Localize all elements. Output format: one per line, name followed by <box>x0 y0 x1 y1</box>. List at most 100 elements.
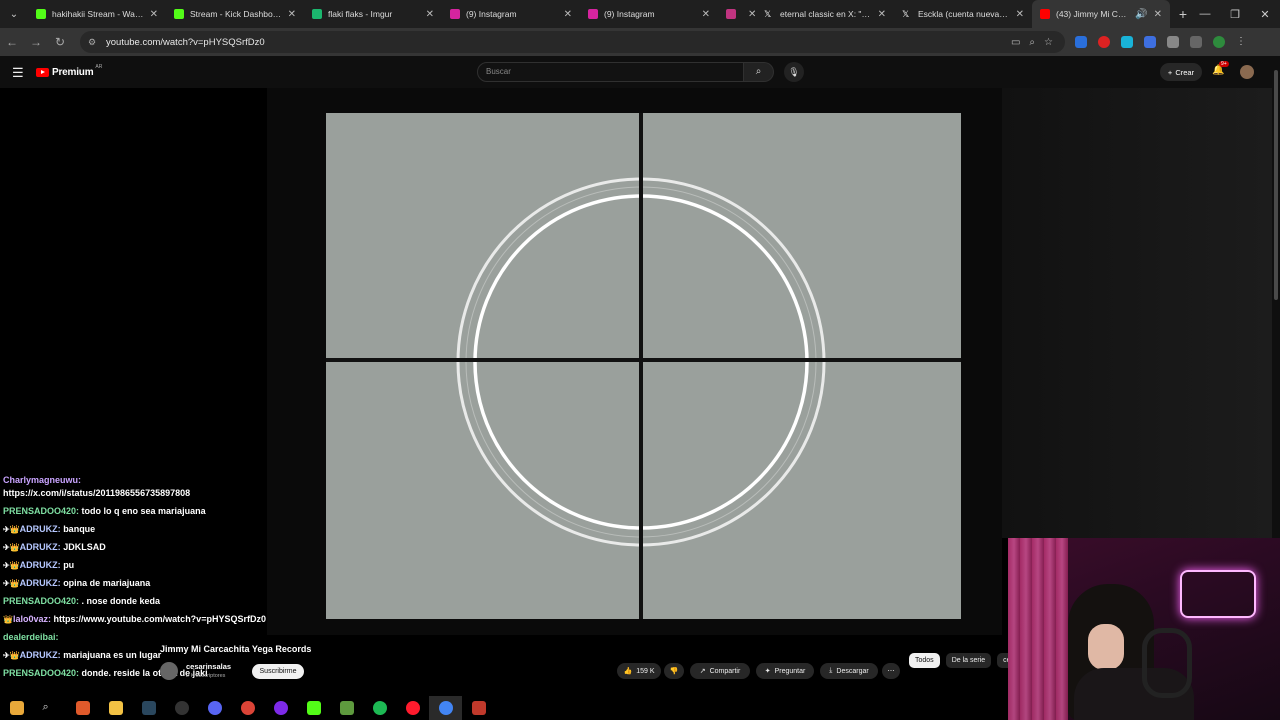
dislike-button[interactable]: 👎 <box>664 663 684 679</box>
extension-icon[interactable] <box>1144 36 1156 48</box>
chat-message: ✈👑ADRUKZ: pu <box>3 560 75 570</box>
user-avatar[interactable] <box>1240 65 1254 79</box>
more-actions-button[interactable]: ⋯ <box>882 663 900 679</box>
pink-curtain <box>1008 538 1068 720</box>
subscribe-button[interactable]: Suscribirme <box>252 664 304 679</box>
close-tab-icon[interactable]: ✕ <box>702 9 710 20</box>
kick-icon <box>36 9 46 19</box>
chip-series[interactable]: De la serie <box>945 653 992 668</box>
taskbar-search-icon[interactable]: ⌕ <box>33 696 66 720</box>
opera-icon[interactable] <box>396 696 429 720</box>
chip-all[interactable]: Todos <box>909 653 940 668</box>
create-button[interactable]: + Crear <box>1160 63 1202 81</box>
speaker-icon[interactable]: 🔊 <box>1135 9 1147 20</box>
menu-lines-icon[interactable] <box>1190 36 1202 48</box>
forward-icon[interactable]: → <box>24 35 48 49</box>
youtube-logo[interactable]: Premium AR <box>36 64 102 78</box>
browser-tab[interactable]: hakihakii Stream - Watch ✕ <box>28 0 166 28</box>
canva-icon[interactable] <box>264 696 297 720</box>
channel-name[interactable]: cesarinsalas <box>186 662 231 671</box>
youtube-play-icon <box>36 68 49 77</box>
cast-icon[interactable]: ▭ <box>1011 37 1020 48</box>
close-window-icon[interactable]: ✕ <box>1250 8 1280 21</box>
extension-icon[interactable] <box>1098 36 1110 48</box>
address-bar: ← → ↻ ⚙ youtube.com/watch?v=pHYSQSrfDz0 … <box>0 28 1280 56</box>
close-tab-icon[interactable]: ✕ <box>150 9 158 20</box>
subscriber-count: 2 K suscriptores <box>186 673 226 679</box>
browser-tab[interactable]: ✕ <box>718 0 756 28</box>
instagram-icon <box>450 9 460 19</box>
profile-icon[interactable] <box>1213 36 1225 48</box>
related-filter-chips: Todos De la serie ce <box>909 653 1017 668</box>
obs-icon[interactable] <box>165 696 198 720</box>
chat-message: PRENSADOO420: . nose donde keda <box>3 596 161 606</box>
like-button[interactable]: 👍 159 K <box>617 663 661 679</box>
share-button[interactable]: ↗ Compartir <box>690 663 750 679</box>
restore-icon[interactable]: ❐ <box>1220 8 1250 21</box>
streamer-face <box>1088 624 1124 670</box>
minecraft-icon[interactable] <box>330 696 363 720</box>
file-explorer-icon[interactable] <box>99 696 132 720</box>
close-tab-icon[interactable]: ✕ <box>1154 9 1162 20</box>
start-icon[interactable] <box>0 696 33 720</box>
chrome-icon[interactable] <box>231 696 264 720</box>
url-text[interactable]: youtube.com/watch?v=pHYSQSrfDz0 <box>106 37 265 48</box>
close-tab-icon[interactable]: ✕ <box>1016 9 1024 20</box>
url-actions: ▭ ⌕ ☆ <box>1011 31 1053 53</box>
close-tab-icon[interactable]: ✕ <box>288 9 296 20</box>
reload-icon[interactable]: ↻ <box>48 35 72 49</box>
leader-circles <box>456 177 826 547</box>
browser-tab[interactable]: Stream - Kick Dashboard ✕ <box>166 0 304 28</box>
discord-icon[interactable] <box>198 696 231 720</box>
steam-icon[interactable] <box>132 696 165 720</box>
taskbar-app-icon[interactable] <box>462 696 495 720</box>
mic-icon[interactable]: 🎙 <box>784 62 804 82</box>
browser-tab-active[interactable]: (43) Jimmy Mi Carcac🔊✕ <box>1032 0 1170 28</box>
close-tab-icon[interactable]: ✕ <box>564 9 572 20</box>
kick-app-icon[interactable] <box>297 696 330 720</box>
right-dark-area <box>1002 88 1272 538</box>
back-icon[interactable]: ← <box>0 35 24 49</box>
tab-search-icon[interactable]: ⌄ <box>0 0 28 28</box>
url-field[interactable]: ⚙ youtube.com/watch?v=pHYSQSrfDz0 ▭ ⌕ ☆ <box>80 31 1065 53</box>
chat-message: PRENSADOO420: todo lo q eno sea mariajua… <box>3 506 206 516</box>
extension-icon[interactable] <box>1075 36 1087 48</box>
download-button[interactable]: ⤓ Descargar <box>820 663 878 679</box>
browser-tab[interactable]: flaki flaks - Imgur ✕ <box>304 0 442 28</box>
scrollbar-thumb[interactable] <box>1274 70 1278 300</box>
site-info-icon[interactable]: ⚙ <box>88 37 102 48</box>
browser-tab[interactable]: 𝕏 Esckla (cuenta nueva) en ✕ <box>894 0 1032 28</box>
channel-avatar[interactable] <box>160 662 178 680</box>
youtube-icon <box>1040 9 1050 19</box>
bookmark-star-icon[interactable]: ☆ <box>1044 37 1053 48</box>
browser-tab[interactable]: 𝕏eternal classic en X: "http ✕ <box>756 0 894 28</box>
close-tab-icon[interactable]: ✕ <box>878 9 886 20</box>
puzzle-icon[interactable] <box>1167 36 1179 48</box>
video-frame-countdown-leader[interactable] <box>326 113 961 619</box>
browser-tab[interactable]: (9) Instagram ✕ <box>580 0 718 28</box>
ask-button[interactable]: ✦ Preguntar <box>756 663 814 679</box>
kebab-menu-icon[interactable]: ⋮ <box>1236 36 1248 48</box>
badge-icon: ✈👑 <box>3 561 20 570</box>
minimize-icon[interactable]: — <box>1190 8 1220 20</box>
badge-icon: ✈👑 <box>3 543 20 552</box>
streamer-webcam <box>1008 538 1280 720</box>
menu-icon[interactable]: ☰ <box>12 65 24 81</box>
kick-icon <box>174 9 184 19</box>
extension-icon[interactable] <box>1121 36 1133 48</box>
chat-message: 👑lalo0vaz: https://www.youtube.com/watch… <box>3 614 266 624</box>
share-icon: ↗ <box>699 668 706 675</box>
os-taskbar: ⌕ <box>0 696 500 720</box>
search-input[interactable]: Buscar <box>477 62 744 82</box>
search-icon[interactable]: ⌕ <box>744 62 774 82</box>
thumbs-down-icon: 👎 <box>669 668 679 675</box>
spotify-icon[interactable] <box>363 696 396 720</box>
close-tab-icon[interactable]: ✕ <box>748 9 756 20</box>
close-tab-icon[interactable]: ✕ <box>426 9 434 20</box>
youtube-header: ☰ Premium AR Buscar ⌕ 🎙 + Crear 🔔 9+ <box>0 56 1280 88</box>
taskbar-app-icon[interactable] <box>66 696 99 720</box>
chrome-active-icon[interactable] <box>429 696 462 720</box>
browser-tab[interactable]: (9) Instagram ✕ <box>442 0 580 28</box>
video-title: Jimmy Mi Carcachita Yega Records <box>160 644 312 654</box>
zoom-icon[interactable]: ⌕ <box>1029 37 1035 48</box>
